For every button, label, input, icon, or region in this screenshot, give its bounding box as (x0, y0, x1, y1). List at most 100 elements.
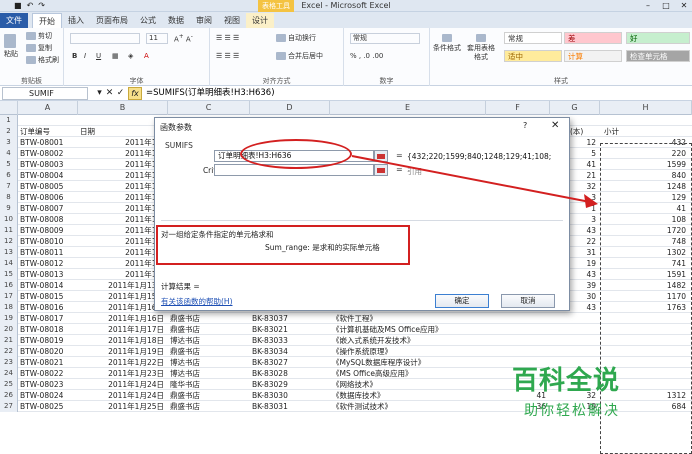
wrap-text-button[interactable]: 自动换行 (276, 34, 316, 43)
cell-total[interactable]: 1763 (602, 302, 688, 313)
cell-book-id[interactable]: BK-83028 (252, 368, 328, 379)
cell-order-id[interactable]: BTW-08007 (20, 203, 78, 214)
collapse-dialog-icon[interactable] (374, 164, 388, 176)
cell-date[interactable]: 2011年1月23日 (80, 368, 166, 379)
cell-style-6[interactable]: 检查单元格 (626, 50, 690, 62)
row-header[interactable]: 11 (0, 225, 18, 236)
cell-book-title[interactable]: 《操作系统原理》 (332, 346, 484, 357)
align-top-icon[interactable]: ☰ ☰ ☰ (216, 34, 239, 43)
col-header-b[interactable]: B (78, 101, 168, 115)
font-name-select[interactable] (70, 33, 140, 44)
close-icon[interactable]: ✕ (551, 120, 559, 131)
paste-button[interactable]: 粘贴 (4, 34, 18, 59)
bold-button[interactable]: B (72, 52, 77, 61)
cell-date[interactable]: 2011年1月24日 (80, 379, 166, 390)
row-header[interactable]: 8 (0, 192, 18, 203)
tab-page-layout[interactable]: 页面布局 (90, 13, 134, 28)
name-box[interactable]: SUMIF (2, 87, 88, 100)
help-icon[interactable]: ? (523, 121, 527, 130)
cell-date[interactable]: 2011年1月24日 (80, 390, 166, 401)
cell-price[interactable] (488, 335, 548, 346)
row-header[interactable]: 24 (0, 368, 18, 379)
cell-order-id[interactable]: BTW-08016 (20, 302, 78, 313)
col-header-f[interactable]: F (486, 101, 550, 115)
tab-review[interactable]: 审阅 (190, 13, 218, 28)
cell-book-id[interactable]: BK-83031 (252, 401, 328, 412)
row-header[interactable]: 14 (0, 258, 18, 269)
cell-style-2[interactable]: 差 (564, 32, 622, 44)
cell-order-id[interactable]: BTW-08014 (20, 280, 78, 291)
format-painter-button[interactable]: 格式刷 (26, 56, 59, 65)
cell-style-5[interactable]: 计算 (564, 50, 622, 62)
tab-insert[interactable]: 插入 (62, 13, 90, 28)
row-header[interactable]: 22 (0, 346, 18, 357)
cell-book-id[interactable]: BK-83030 (252, 390, 328, 401)
row-header[interactable]: 20 (0, 324, 18, 335)
row-header[interactable]: 27 (0, 401, 18, 412)
cell-total[interactable] (602, 335, 688, 346)
cell-book-id[interactable]: BK-83027 (252, 357, 328, 368)
cell-store[interactable]: 鼎盛书店 (170, 313, 248, 324)
conditional-format-button[interactable]: 条件格式 (432, 34, 462, 53)
cell-total[interactable]: 129 (602, 192, 688, 203)
formula-input[interactable]: =SUMIFS(订单明细表!H3:H636) (146, 87, 275, 100)
cell-qty[interactable] (552, 346, 598, 357)
cell-total[interactable]: 748 (602, 236, 688, 247)
row-header[interactable]: 7 (0, 181, 18, 192)
cell-total[interactable]: 1591 (602, 269, 688, 280)
cell-total[interactable]: 1248 (602, 181, 688, 192)
cell-order-id[interactable]: BTW-08008 (20, 214, 78, 225)
row-header[interactable]: 12 (0, 236, 18, 247)
row-header[interactable]: 25 (0, 379, 18, 390)
cell-total[interactable]: 1302 (602, 247, 688, 258)
row-header[interactable]: 1 (0, 115, 18, 126)
cell-total[interactable] (602, 313, 688, 324)
cell-order-id[interactable]: BTW-08002 (20, 148, 78, 159)
tab-data[interactable]: 数据 (162, 13, 190, 28)
cell-order-id[interactable]: BTW-08020 (20, 346, 78, 357)
cell-store[interactable]: 鼎盛书店 (170, 324, 248, 335)
cell-total[interactable]: 1599 (602, 159, 688, 170)
cell-order-id[interactable]: BTW-08003 (20, 159, 78, 170)
cell-store[interactable]: 博达书店 (170, 357, 248, 368)
fill-color-icon[interactable]: ◈ (128, 52, 133, 61)
cell-order-id[interactable]: BTW-08019 (20, 335, 78, 346)
col-header-c[interactable]: C (168, 101, 250, 115)
cell-date[interactable]: 2011年1月22日 (80, 357, 166, 368)
cell-date[interactable]: 2011年1月17日 (80, 324, 166, 335)
cell-order-id[interactable]: BTW-08011 (20, 247, 78, 258)
cell-total[interactable]: 840 (602, 170, 688, 181)
cell-order-id[interactable]: BTW-08024 (20, 390, 78, 401)
cell-book-title[interactable]: 《网络技术》 (332, 379, 484, 390)
cell-price[interactable] (488, 324, 548, 335)
cell-order-id[interactable]: BTW-08001 (20, 137, 78, 148)
cell-book-title[interactable]: 《MySQL数据库程序设计》 (332, 357, 484, 368)
cell-qty[interactable] (552, 335, 598, 346)
cell-order-id[interactable]: BTW-08015 (20, 291, 78, 302)
cell-order-id[interactable]: BTW-08025 (20, 401, 78, 412)
cell-order-id[interactable]: BTW-08017 (20, 313, 78, 324)
tab-file[interactable]: 文件 (0, 13, 28, 28)
format-as-table-button[interactable]: 套用表格格式 (466, 34, 496, 62)
cell-total[interactable]: 108 (602, 214, 688, 225)
cell-store[interactable]: 鼎盛书店 (170, 401, 248, 412)
font-size-select[interactable]: 11 (146, 33, 168, 44)
cell-store[interactable]: 博达书店 (170, 335, 248, 346)
row-header[interactable]: 26 (0, 390, 18, 401)
cell-qty[interactable] (552, 324, 598, 335)
maximize-icon[interactable]: □ (658, 0, 674, 12)
cell-order-id[interactable]: BTW-08006 (20, 192, 78, 203)
cancel-formula-button[interactable]: ✕ (104, 87, 115, 100)
cell-price[interactable] (488, 313, 548, 324)
enter-formula-button[interactable]: ✓ (115, 87, 126, 100)
ok-button[interactable]: 确定 (435, 294, 489, 308)
cell-style-4[interactable]: 适中 (504, 50, 562, 62)
cell-style-1[interactable]: 常规 (504, 32, 562, 44)
cell-order-id[interactable]: BTW-08018 (20, 324, 78, 335)
cell-book-id[interactable]: BK-83034 (252, 346, 328, 357)
cell-total[interactable]: 1720 (602, 225, 688, 236)
select-all-corner[interactable] (0, 101, 18, 115)
row-header[interactable]: 5 (0, 159, 18, 170)
row-header[interactable]: 15 (0, 269, 18, 280)
insert-function-button[interactable]: fx (128, 87, 142, 100)
